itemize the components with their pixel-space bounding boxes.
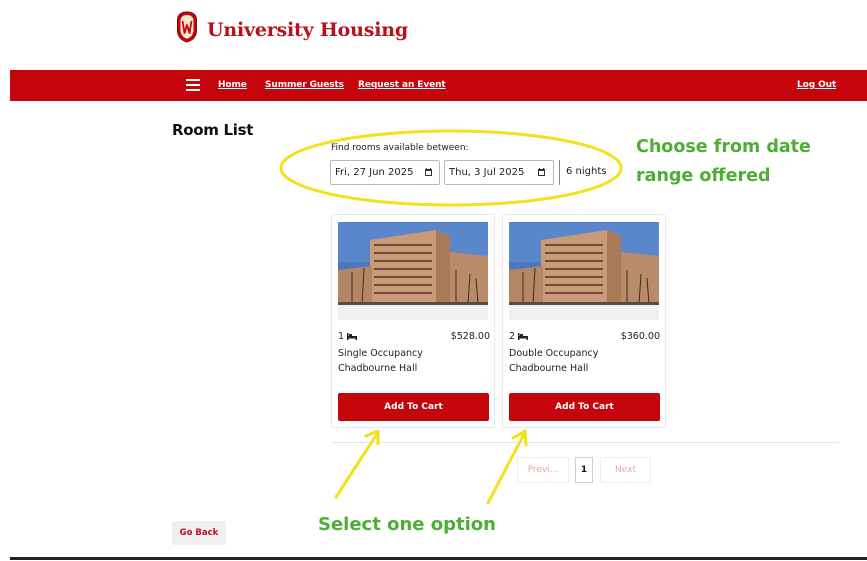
brand-title[interactable]: University Housing	[207, 19, 408, 41]
footer-divider	[10, 557, 867, 560]
hall-name: Chadbourne Hall	[338, 363, 418, 374]
annotation-select-note: Select one option	[318, 514, 496, 535]
bed-icon	[347, 333, 358, 340]
room-price: $528.00	[450, 331, 490, 342]
hamburger-icon[interactable]	[186, 79, 200, 91]
pagination-next[interactable]: Next	[600, 457, 651, 483]
annotation-date-note: Choose from date range offered	[636, 137, 811, 186]
nav-link-request-event[interactable]: Request an Event	[358, 80, 446, 90]
page-title: Room List	[172, 121, 254, 139]
room-price: $360.00	[620, 331, 660, 342]
hall-name: Chadbourne Hall	[509, 363, 589, 374]
bed-count: 2	[509, 331, 529, 342]
nav-link-home[interactable]: Home	[218, 80, 247, 90]
add-to-cart-button[interactable]: Add To Cart	[509, 393, 660, 421]
date-highlight-ellipse	[279, 129, 623, 207]
room-type: Double Occupancy	[509, 348, 599, 359]
room-photo	[338, 222, 488, 320]
bed-count: 1	[338, 331, 358, 342]
section-divider	[331, 442, 839, 443]
bed-icon	[518, 333, 529, 340]
pagination-previous[interactable]: Previ...	[517, 457, 569, 483]
go-back-button[interactable]: Go Back	[172, 521, 226, 545]
add-to-cart-button[interactable]: Add To Cart	[338, 393, 489, 421]
logout-link[interactable]: Log Out	[797, 80, 836, 90]
uw-crest-icon	[177, 11, 197, 43]
room-type: Single Occupancy	[338, 348, 423, 359]
pagination-page-1[interactable]: 1	[575, 457, 593, 483]
room-photo	[509, 222, 659, 320]
nav-link-summer-guests[interactable]: Summer Guests	[265, 80, 344, 90]
